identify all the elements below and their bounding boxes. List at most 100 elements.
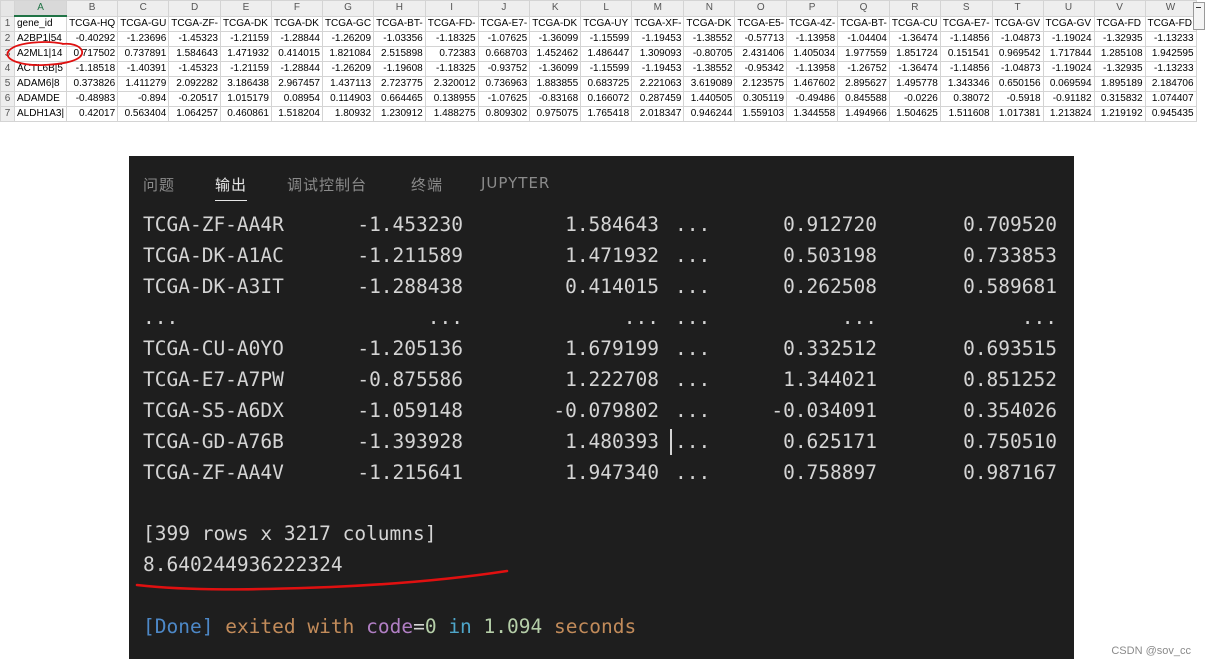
- table-cell[interactable]: TCGA-FD-: [424, 15, 479, 32]
- table-cell[interactable]: -0.93752: [477, 61, 531, 77]
- table-cell[interactable]: 0.114903: [321, 91, 375, 107]
- table-cell[interactable]: 1.977559: [837, 46, 890, 62]
- table-cell[interactable]: TCGA-GV: [991, 15, 1044, 32]
- row-header[interactable]: 7: [0, 106, 15, 122]
- column-header[interactable]: S: [939, 0, 993, 17]
- scroll-up-icon[interactable]: [1193, 2, 1205, 30]
- column-header[interactable]: F: [270, 0, 323, 17]
- table-cell[interactable]: -0.894: [117, 91, 170, 107]
- column-header[interactable]: T: [991, 0, 1044, 17]
- table-cell[interactable]: -1.19453: [631, 61, 685, 77]
- table-cell[interactable]: 1.219192: [1093, 106, 1146, 122]
- table-cell[interactable]: -0.95342: [734, 61, 788, 77]
- table-cell[interactable]: -1.28844: [270, 31, 323, 47]
- table-cell[interactable]: 1.467602: [786, 76, 839, 92]
- table-cell[interactable]: 1.405034: [786, 46, 839, 62]
- table-cell[interactable]: ACTL6B|5: [13, 61, 68, 77]
- column-header[interactable]: L: [580, 0, 633, 17]
- table-cell[interactable]: -0.48983: [66, 91, 119, 107]
- table-cell[interactable]: 0.287459: [631, 91, 685, 107]
- table-cell[interactable]: -1.04873: [991, 31, 1044, 47]
- table-cell[interactable]: TCGA-BT-: [373, 15, 426, 32]
- table-cell[interactable]: -1.26209: [321, 31, 375, 47]
- table-cell[interactable]: -1.23696: [117, 31, 170, 47]
- table-cell[interactable]: -1.13233: [1144, 61, 1197, 77]
- table-cell[interactable]: TCGA-ZF-: [168, 15, 221, 32]
- table-cell[interactable]: 0.809302: [477, 106, 531, 122]
- table-cell[interactable]: -1.15599: [580, 61, 633, 77]
- table-cell[interactable]: 2.221063: [631, 76, 685, 92]
- table-cell[interactable]: 1.285108: [1093, 46, 1146, 62]
- table-cell[interactable]: 0.72383: [424, 46, 479, 62]
- table-cell[interactable]: -0.5918: [991, 91, 1044, 107]
- table-cell[interactable]: 0.650156: [991, 76, 1044, 92]
- table-cell[interactable]: -1.04873: [991, 61, 1044, 77]
- column-header[interactable]: E: [219, 0, 272, 17]
- column-header[interactable]: R: [888, 0, 941, 17]
- table-cell[interactable]: 0.563404: [117, 106, 170, 122]
- row-header[interactable]: 3: [0, 46, 15, 62]
- table-cell[interactable]: -1.19453: [631, 31, 685, 47]
- table-cell[interactable]: 0.717502: [66, 46, 119, 62]
- column-header[interactable]: N: [683, 0, 736, 17]
- column-header[interactable]: I: [424, 0, 479, 17]
- table-cell[interactable]: -1.03356: [373, 31, 426, 47]
- table-cell[interactable]: 1.765418: [580, 106, 633, 122]
- column-header[interactable]: V: [1093, 0, 1146, 17]
- table-cell[interactable]: ADAMDE: [13, 91, 68, 107]
- table-cell[interactable]: 1.486447: [580, 46, 633, 62]
- table-cell[interactable]: -0.80705: [683, 46, 736, 62]
- table-cell[interactable]: 1.309093: [631, 46, 685, 62]
- table-cell[interactable]: -1.18518: [66, 61, 119, 77]
- table-cell[interactable]: -0.20517: [168, 91, 221, 107]
- table-cell[interactable]: -0.57713: [734, 31, 788, 47]
- column-header[interactable]: B: [66, 0, 119, 17]
- table-cell[interactable]: 2.320012: [424, 76, 479, 92]
- column-header[interactable]: H: [373, 0, 426, 17]
- table-cell[interactable]: -0.49486: [786, 91, 839, 107]
- column-header[interactable]: D: [168, 0, 221, 17]
- table-cell[interactable]: gene_id: [13, 15, 68, 32]
- table-cell[interactable]: -1.19024: [1042, 31, 1095, 47]
- tab-problems[interactable]: 问题: [143, 174, 175, 195]
- table-cell[interactable]: -1.13958: [786, 31, 839, 47]
- column-header[interactable]: C: [117, 0, 170, 17]
- table-cell[interactable]: TCGA-E7-: [477, 15, 531, 32]
- table-cell[interactable]: TCGA-BT-: [837, 15, 890, 32]
- table-cell[interactable]: 0.668703: [477, 46, 531, 62]
- table-cell[interactable]: 1.471932: [219, 46, 272, 62]
- table-cell[interactable]: -1.45323: [168, 31, 221, 47]
- table-cell[interactable]: TCGA-CU: [888, 15, 941, 32]
- row-header[interactable]: 2: [0, 31, 15, 47]
- table-cell[interactable]: TCGA-GV: [1042, 15, 1095, 32]
- table-cell[interactable]: -1.38552: [683, 61, 736, 77]
- table-cell[interactable]: -1.28844: [270, 61, 323, 77]
- table-cell[interactable]: 1.504625: [888, 106, 941, 122]
- table-cell[interactable]: 0.737891: [117, 46, 170, 62]
- table-cell[interactable]: 0.069594: [1042, 76, 1095, 92]
- column-header[interactable]: W: [1144, 0, 1197, 17]
- table-cell[interactable]: TCGA-DK: [270, 15, 323, 32]
- table-cell[interactable]: -1.13958: [786, 61, 839, 77]
- select-all-corner[interactable]: [0, 0, 15, 17]
- table-cell[interactable]: -1.15599: [580, 31, 633, 47]
- table-cell[interactable]: ADAM6|8: [13, 76, 68, 92]
- table-cell[interactable]: 1.717844: [1042, 46, 1095, 62]
- column-header[interactable]: K: [529, 0, 582, 17]
- table-cell[interactable]: 1.437113: [321, 76, 375, 92]
- table-cell[interactable]: -1.07625: [477, 31, 531, 47]
- column-header[interactable]: J: [477, 0, 531, 17]
- table-cell[interactable]: TCGA-DK: [529, 15, 582, 32]
- table-cell[interactable]: TCGA-FD: [1093, 15, 1146, 32]
- table-cell[interactable]: 1.440505: [683, 91, 736, 107]
- table-cell[interactable]: 1.895189: [1093, 76, 1146, 92]
- table-cell[interactable]: TCGA-DK: [683, 15, 736, 32]
- table-cell[interactable]: 1.488275: [424, 106, 479, 122]
- table-cell[interactable]: TCGA-HQ: [66, 15, 119, 32]
- table-cell[interactable]: 1.80932: [321, 106, 375, 122]
- table-cell[interactable]: -1.04404: [837, 31, 890, 47]
- table-cell[interactable]: TCGA-4Z-: [786, 15, 839, 32]
- table-cell[interactable]: 1.495778: [888, 76, 941, 92]
- table-cell[interactable]: -1.19608: [373, 61, 426, 77]
- column-header[interactable]: M: [631, 0, 685, 17]
